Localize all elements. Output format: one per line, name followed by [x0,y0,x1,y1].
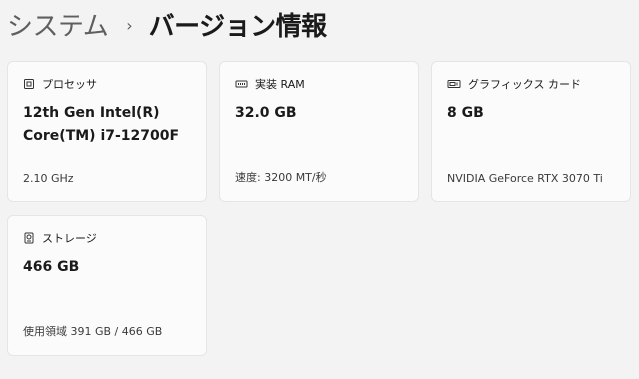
storage-value: 466 GB [23,259,80,275]
hard-drive-icon [24,232,34,244]
storage-usage: 使用領域 391 GB / 466 GB [23,325,163,338]
breadcrumb: システム › バージョン情報 [7,4,327,44]
memory-card-title: 実装 RAM [255,78,305,91]
breadcrumb-system-link[interactable]: システム [7,6,109,43]
memory-value: 32.0 GB [235,105,297,121]
storage-card: ストレージ 466 GB 使用領域 391 GB / 466 GB [7,215,207,356]
graphics-card: グラフィックス カード 8 GB NVIDIA GeForce RTX 3070… [431,61,631,202]
graphics-card-model: NVIDIA GeForce RTX 3070 Ti [447,172,603,185]
storage-card-title: ストレージ [42,232,97,245]
processor-card: プロセッサ 12th Gen Intel(R) Core(TM) i7-1270… [7,61,207,202]
graphics-card-title: グラフィックス カード [468,78,581,91]
processor-card-title: プロセッサ [42,78,97,91]
cpu-icon [24,79,34,89]
processor-card-header: プロセッサ [23,76,97,92]
memory-card: 実装 RAM 32.0 GB 速度: 3200 MT/秒 [219,61,419,202]
chevron-right-icon: › [126,15,133,35]
processor-speed: 2.10 GHz [23,172,74,185]
graphics-memory-value: 8 GB [447,105,484,121]
page-title: バージョン情報 [148,11,327,42]
memory-speed: 速度: 3200 MT/秒 [235,171,327,184]
ram-icon [235,80,248,88]
graphics-card-header: グラフィックス カード [447,76,581,92]
processor-value: 12th Gen Intel(R) Core(TM) i7-12700F [23,105,180,144]
memory-card-header: 実装 RAM [235,76,305,92]
storage-card-header: ストレージ [23,230,97,246]
graphics-card-icon [447,80,461,88]
